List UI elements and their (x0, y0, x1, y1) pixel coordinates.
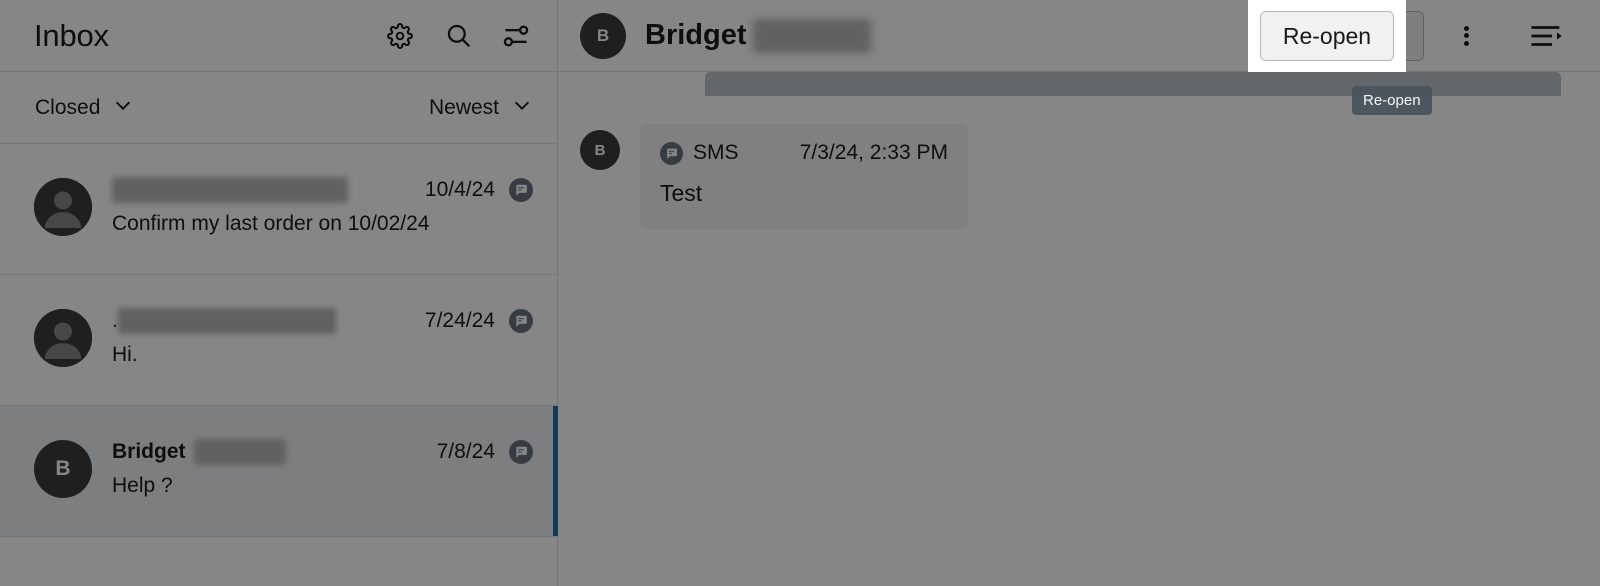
gear-icon[interactable] (383, 19, 417, 53)
message-channel-label: SMS (693, 141, 739, 164)
list-item-body: Bridget 7/8/24 Help ? (112, 438, 533, 498)
status-filter-label: Closed (35, 95, 101, 119)
more-options-icon[interactable] (1436, 11, 1496, 61)
page-title: Inbox (34, 17, 109, 53)
list-item-meta: 7/24/24 (411, 309, 533, 333)
list-item-meta: 7/8/24 (423, 440, 533, 464)
conversation-date: 10/4/24 (424, 178, 495, 201)
sort-filter-label: Newest (428, 95, 499, 119)
conversation-list: 10/4/24 Confirm my last order on 10/02/2… (0, 144, 558, 537)
kebab-dot (1463, 25, 1469, 31)
message-timestamp: 7/3/24, 2:33 PM (799, 141, 948, 164)
conversation-header: B Bridget Re-open (558, 0, 1600, 72)
contact-name: . (112, 309, 118, 332)
conversation-preview: Confirm my last order on 10/02/24 (112, 212, 430, 235)
avatar (34, 309, 92, 367)
list-item-body: 10/4/24 Confirm my last order on 10/02/2… (112, 176, 533, 236)
redacted-name (117, 308, 336, 334)
list-item-top: 10/4/24 (112, 176, 533, 204)
redacted-name (193, 439, 286, 465)
chevron-down-icon (511, 94, 533, 122)
message-meta: SMS 7/3/24, 2:33 PM (660, 140, 948, 166)
inbox-header: Inbox (0, 0, 557, 72)
sort-filter-dropdown[interactable]: Newest (429, 94, 533, 122)
list-item-top: . 7/24/24 (112, 307, 533, 335)
conversation-preview: Help ? (112, 474, 173, 497)
conversation-title: Bridget (645, 18, 871, 53)
list-item-top: Bridget 7/8/24 (112, 438, 533, 466)
sms-bubble-icon (509, 178, 533, 202)
inbox-filter-row: Closed Newest (0, 72, 557, 144)
contact-name: Bridget (112, 440, 186, 463)
chevron-down-icon (112, 94, 134, 122)
conversation-title-text: Bridget (645, 19, 747, 51)
sms-bubble-icon (660, 141, 683, 165)
inbox-pane: Inbox Closed Newest 10/4/24 Confirm my l… (0, 0, 558, 586)
inbox-header-icons (383, 19, 533, 53)
notification-banner-strip (705, 72, 1561, 96)
conversation-date: 7/24/24 (424, 309, 495, 332)
avatar: B (34, 440, 92, 498)
list-item[interactable]: . 7/24/24 Hi. (0, 275, 557, 406)
kebab-dot (1463, 40, 1469, 46)
redacted-name (752, 18, 871, 53)
message-thread: B SMS 7/3/24, 2:33 PM Test (558, 96, 1600, 586)
list-item[interactable]: 10/4/24 Confirm my last order on 10/02/2… (0, 144, 557, 275)
reopen-button-highlight: Re-open (1248, 0, 1406, 72)
list-item[interactable]: B Bridget 7/8/24 Help ? (0, 406, 558, 537)
conversation-preview: Hi. (112, 343, 138, 366)
avatar (34, 178, 92, 236)
list-item-body: . 7/24/24 Hi. (112, 307, 533, 367)
conversation-details-icon[interactable] (1514, 11, 1578, 61)
list-item-meta: 10/4/24 (411, 178, 533, 202)
reopen-button[interactable]: Re-open (1259, 11, 1395, 61)
avatar: B (580, 12, 626, 59)
redacted-name (112, 177, 348, 203)
search-icon[interactable] (441, 19, 475, 53)
kebab-dot (1463, 33, 1469, 38)
sms-bubble-icon (509, 440, 533, 464)
avatar: B (580, 130, 620, 170)
message-row: B SMS 7/3/24, 2:33 PM Test (580, 124, 1600, 229)
status-filter-dropdown[interactable]: Closed (35, 94, 134, 122)
filter-sliders-icon[interactable] (499, 19, 533, 53)
sms-bubble-icon (509, 309, 533, 333)
reopen-tooltip: Re-open (1352, 86, 1432, 115)
conversation-date: 7/8/24 (436, 440, 495, 463)
message-text: Test (660, 180, 703, 206)
conversation-pane: B Bridget Re-open (558, 0, 1600, 586)
message-bubble: SMS 7/3/24, 2:33 PM Test (640, 124, 968, 229)
message-channel: SMS (660, 141, 739, 165)
